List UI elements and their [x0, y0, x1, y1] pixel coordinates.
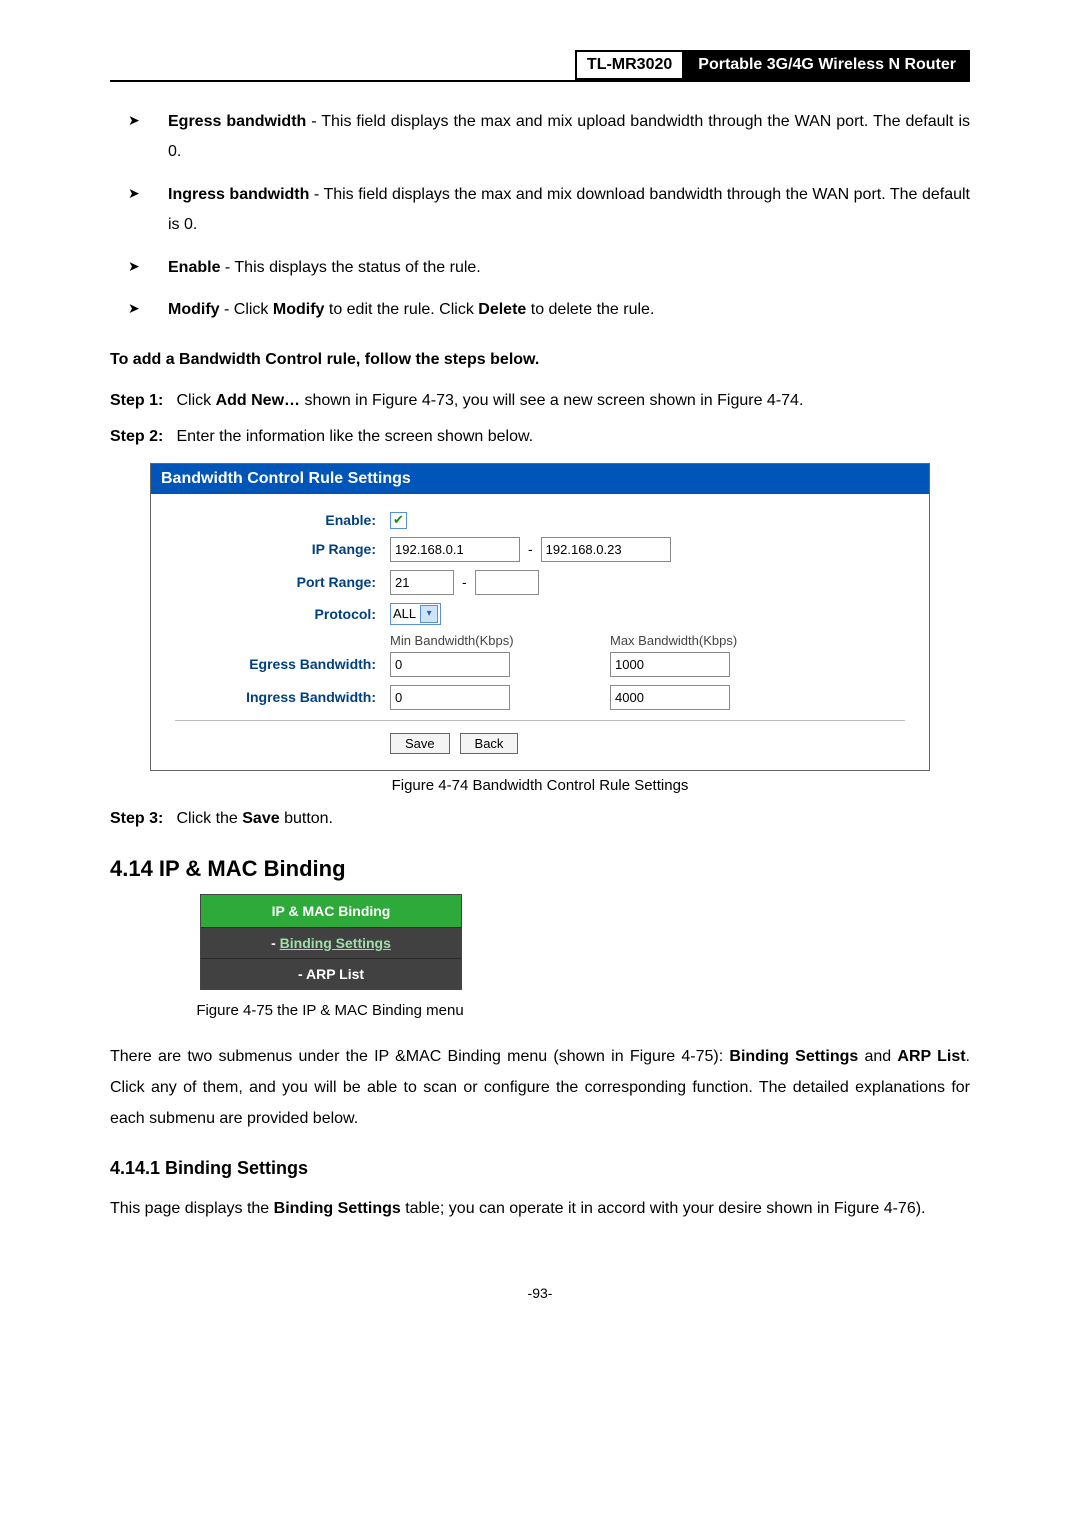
dash: -	[528, 541, 533, 557]
model-label: TL-MR3020	[575, 50, 684, 80]
ingress-label: Ingress Bandwidth:	[171, 689, 390, 705]
enable-checkbox[interactable]: ✔	[390, 512, 407, 529]
egress-max-input[interactable]	[610, 652, 730, 677]
ingress-max-input[interactable]	[610, 685, 730, 710]
step-3: Step 3: Click the Save button.	[110, 804, 970, 834]
page-number: -93-	[110, 1285, 970, 1301]
figure-caption-74: Figure 4-74 Bandwidth Control Rule Setti…	[110, 777, 970, 794]
port-range-label: Port Range:	[171, 574, 390, 590]
subsection-heading: 4.14.1 Binding Settings	[110, 1158, 970, 1179]
button-bar: Save Back	[171, 733, 909, 754]
bullet-enable: Enable - This displays the status of the…	[140, 253, 970, 283]
row-ingress: Ingress Bandwidth:	[171, 685, 909, 710]
panel-title: Bandwidth Control Rule Settings	[151, 464, 929, 494]
menu-item-arp[interactable]: - ARP List	[201, 958, 461, 989]
bullet-ingress: Ingress bandwidth - This field displays …	[140, 180, 970, 241]
save-button[interactable]: Save	[390, 733, 450, 754]
dash: -	[462, 574, 467, 590]
bullet-egress-label: Egress bandwidth	[168, 113, 306, 130]
step-label: Step 2:	[110, 422, 172, 452]
bullet-enable-label: Enable	[168, 259, 220, 276]
port-to-input[interactable]	[475, 570, 539, 595]
back-button[interactable]: Back	[460, 733, 519, 754]
protocol-select[interactable]: ALL ▾	[390, 603, 441, 625]
row-enable: Enable: ✔	[171, 512, 909, 529]
protocol-label: Protocol:	[171, 606, 390, 622]
row-ip-range: IP Range: -	[171, 537, 909, 562]
settings-panel: Bandwidth Control Rule Settings Enable: …	[150, 463, 930, 771]
ingress-min-input[interactable]	[390, 685, 510, 710]
step-label: Step 3:	[110, 804, 172, 834]
model-desc: Portable 3G/4G Wireless N Router	[684, 50, 970, 80]
bullet-egress: Egress bandwidth - This field displays t…	[140, 107, 970, 168]
egress-label: Egress Bandwidth:	[171, 656, 390, 672]
step-label: Step 1:	[110, 386, 172, 416]
col-max-label: Max Bandwidth(Kbps)	[610, 633, 737, 648]
intro-text: To add a Bandwidth Control rule, follow …	[110, 345, 970, 375]
egress-min-input[interactable]	[390, 652, 510, 677]
ip-range-label: IP Range:	[171, 541, 390, 557]
section-heading: 4.14 IP & MAC Binding	[110, 856, 970, 882]
bullet-modify-label: Modify	[168, 301, 220, 318]
section-para-2: This page displays the Binding Settings …	[110, 1193, 970, 1224]
figure-caption-75: Figure 4-75 the IP & MAC Binding menu	[130, 1002, 530, 1019]
row-protocol: Protocol: ALL ▾	[171, 603, 909, 625]
menu-item-binding[interactable]: - Binding Settings	[201, 927, 461, 958]
bullet-modify: Modify - Click Modify to edit the rule. …	[140, 295, 970, 325]
bullet-enable-text: - This displays the status of the rule.	[220, 259, 480, 276]
ip-from-input[interactable]	[390, 537, 520, 562]
ip-to-input[interactable]	[541, 537, 671, 562]
protocol-value: ALL	[393, 606, 416, 621]
enable-label: Enable:	[171, 512, 390, 528]
row-port-range: Port Range: -	[171, 570, 909, 595]
row-egress: Egress Bandwidth:	[171, 652, 909, 677]
port-from-input[interactable]	[390, 570, 454, 595]
menu-link-binding: Binding Settings	[280, 935, 391, 951]
step-2: Step 2: Enter the information like the s…	[110, 422, 970, 452]
step-1: Step 1: Click Add New… shown in Figure 4…	[110, 386, 970, 416]
feature-list: Egress bandwidth - This field displays t…	[110, 107, 970, 325]
col-min-label: Min Bandwidth(Kbps)	[390, 633, 610, 648]
section-para-1: There are two submenus under the IP &MAC…	[110, 1041, 970, 1135]
chevron-down-icon: ▾	[420, 605, 438, 623]
divider	[175, 720, 905, 721]
page-header: TL-MR3020 Portable 3G/4G Wireless N Rout…	[110, 50, 970, 82]
menu-header: IP & MAC Binding	[201, 895, 461, 927]
bandwidth-columns: Min Bandwidth(Kbps) Max Bandwidth(Kbps)	[171, 633, 909, 648]
bullet-ingress-label: Ingress bandwidth	[168, 186, 309, 203]
nav-menu-figure: IP & MAC Binding - Binding Settings - AR…	[200, 894, 462, 990]
